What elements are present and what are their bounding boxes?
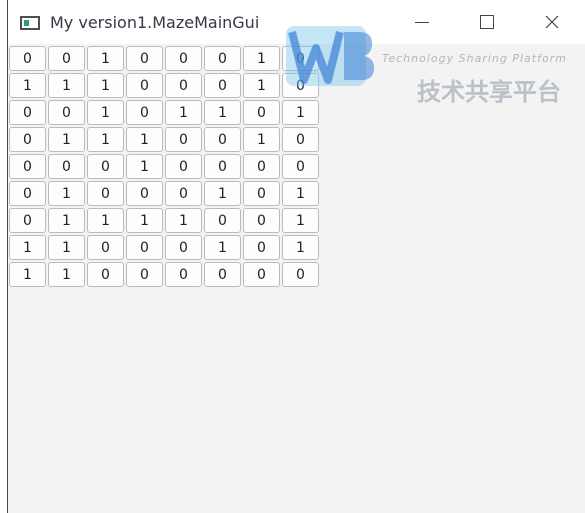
maze-cell[interactable]: 1 [165, 100, 202, 125]
maze-cell[interactable]: 0 [126, 262, 163, 287]
maze-cell[interactable]: 0 [87, 262, 124, 287]
maze-cell[interactable]: 0 [126, 100, 163, 125]
maze-cell[interactable]: 0 [87, 235, 124, 260]
maze-cell[interactable]: 0 [204, 154, 241, 179]
app-window: My version1.MazeMainGui 0010001011100010… [7, 0, 585, 513]
maximize-icon [480, 15, 494, 29]
maze-cell[interactable]: 1 [204, 181, 241, 206]
maze-cell[interactable]: 1 [282, 208, 319, 233]
maze-cell[interactable]: 1 [282, 181, 319, 206]
maze-cell[interactable]: 1 [282, 100, 319, 125]
maze-cell[interactable]: 0 [48, 46, 85, 71]
maze-cell[interactable]: 0 [243, 100, 280, 125]
maze-cell[interactable]: 0 [9, 154, 46, 179]
maze-cell[interactable]: 0 [204, 127, 241, 152]
maze-cell[interactable]: 0 [243, 208, 280, 233]
maze-cell[interactable]: 0 [204, 73, 241, 98]
close-button[interactable] [528, 0, 576, 44]
maze-cell[interactable]: 1 [126, 208, 163, 233]
maze-cell[interactable]: 1 [243, 46, 280, 71]
maze-cell[interactable]: 1 [48, 235, 85, 260]
maze-cell[interactable]: 0 [243, 181, 280, 206]
maze-cell[interactable]: 1 [87, 46, 124, 71]
maze-cell[interactable]: 0 [243, 235, 280, 260]
maze-cell[interactable]: 1 [87, 208, 124, 233]
maze-cell[interactable]: 0 [165, 46, 202, 71]
maze-cell[interactable]: 1 [48, 73, 85, 98]
maze-cell[interactable]: 0 [9, 46, 46, 71]
maze-cell[interactable]: 1 [165, 208, 202, 233]
maze-cell[interactable]: 0 [243, 154, 280, 179]
maze-cell[interactable]: 0 [204, 208, 241, 233]
maze-cell[interactable]: 0 [48, 100, 85, 125]
maze-cell[interactable]: 0 [87, 154, 124, 179]
maze-cell[interactable]: 0 [165, 154, 202, 179]
maze-cell[interactable]: 0 [9, 208, 46, 233]
minimize-icon [415, 21, 429, 23]
maze-cell[interactable]: 0 [243, 262, 280, 287]
maze-cell[interactable]: 0 [282, 154, 319, 179]
maze-cell[interactable]: 0 [126, 235, 163, 260]
maze-cell[interactable]: 0 [9, 100, 46, 125]
maze-cell[interactable]: 1 [48, 127, 85, 152]
maze-cell[interactable]: 0 [126, 73, 163, 98]
maze-cell[interactable]: 1 [204, 235, 241, 260]
maze-cell[interactable]: 1 [9, 73, 46, 98]
maze-cell[interactable]: 0 [87, 181, 124, 206]
maze-cell[interactable]: 0 [204, 46, 241, 71]
maze-cell[interactable]: 1 [126, 127, 163, 152]
maze-cell[interactable]: 0 [165, 181, 202, 206]
app-icon [20, 16, 40, 30]
maze-cell[interactable]: 0 [165, 235, 202, 260]
maximize-button[interactable] [463, 0, 511, 44]
maze-cell[interactable]: 1 [87, 127, 124, 152]
maze-cell[interactable]: 0 [204, 262, 241, 287]
maze-cell[interactable]: 0 [126, 181, 163, 206]
maze-cell[interactable]: 0 [165, 73, 202, 98]
maze-cell[interactable]: 0 [126, 46, 163, 71]
maze-cell[interactable]: 1 [48, 181, 85, 206]
maze-cell[interactable]: 0 [9, 181, 46, 206]
maze-cell[interactable]: 1 [243, 73, 280, 98]
maze-cell[interactable]: 1 [48, 208, 85, 233]
close-icon [545, 15, 559, 29]
maze-cell[interactable]: 1 [9, 235, 46, 260]
maze-cell[interactable]: 0 [282, 262, 319, 287]
maze-cell[interactable]: 1 [87, 73, 124, 98]
minimize-button[interactable] [398, 0, 446, 44]
maze-cell[interactable]: 0 [165, 127, 202, 152]
maze-cell[interactable]: 1 [9, 262, 46, 287]
maze-cell[interactable]: 0 [282, 127, 319, 152]
maze-cell[interactable]: 1 [126, 154, 163, 179]
maze-cell[interactable]: 0 [282, 73, 319, 98]
maze-cell[interactable]: 1 [48, 262, 85, 287]
maze-cell[interactable]: 0 [282, 46, 319, 71]
maze-cell[interactable]: 1 [282, 235, 319, 260]
maze-grid: 0010001011100010001011010111001000010000… [9, 46, 319, 287]
maze-cell[interactable]: 0 [48, 154, 85, 179]
maze-cell[interactable]: 1 [87, 100, 124, 125]
maze-cell[interactable]: 0 [9, 127, 46, 152]
maze-cell[interactable]: 0 [165, 262, 202, 287]
title-bar[interactable]: My version1.MazeMainGui [8, 0, 585, 44]
maze-cell[interactable]: 1 [204, 100, 241, 125]
maze-cell[interactable]: 1 [243, 127, 280, 152]
window-title: My version1.MazeMainGui [50, 13, 260, 32]
